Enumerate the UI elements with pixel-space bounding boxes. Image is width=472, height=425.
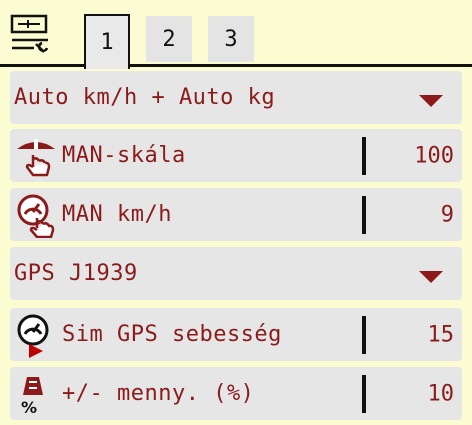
qty-percent-value: 10	[427, 381, 455, 406]
man-speed-value: 9	[440, 202, 454, 227]
divider	[362, 316, 366, 354]
tab-underline	[0, 64, 472, 67]
divider	[362, 137, 366, 175]
settings-tools-icon[interactable]	[10, 14, 50, 58]
chevron-down-icon	[419, 270, 443, 283]
speedometer-play-icon	[10, 308, 62, 361]
sim-gps-value: 15	[427, 322, 455, 347]
mode-select[interactable]: Auto km/h + Auto kg	[10, 71, 462, 124]
hand-spread-icon	[10, 129, 62, 182]
tab-2[interactable]: 2	[146, 16, 192, 62]
hand-speedometer-icon	[10, 188, 62, 241]
tab-3[interactable]: 3	[208, 16, 254, 62]
divider	[362, 375, 366, 413]
weight-percent-icon: %	[10, 367, 62, 420]
man-scale-row[interactable]: MAN-skála 100	[10, 129, 462, 182]
sim-gps-row[interactable]: Sim GPS sebesség 15	[10, 308, 462, 361]
chevron-down-icon	[419, 94, 443, 107]
speed-source-label: GPS J1939	[14, 261, 138, 286]
divider	[362, 196, 366, 234]
speed-source-select[interactable]: GPS J1939	[10, 247, 462, 300]
tab-1[interactable]: 1	[84, 14, 130, 69]
man-scale-label: MAN-skála	[62, 143, 186, 168]
mode-select-label: Auto km/h + Auto kg	[14, 85, 276, 110]
man-speed-label: MAN km/h	[62, 202, 172, 227]
svg-text:%: %	[21, 398, 37, 417]
man-scale-value: 100	[414, 143, 454, 168]
qty-percent-label: +/- menny. (%)	[62, 381, 255, 406]
qty-percent-row[interactable]: % +/- menny. (%) 10	[10, 367, 462, 420]
sim-gps-label: Sim GPS sebesség	[62, 322, 282, 347]
top-bar: 1 2 3	[0, 0, 472, 69]
man-speed-row[interactable]: MAN km/h 9	[10, 188, 462, 241]
